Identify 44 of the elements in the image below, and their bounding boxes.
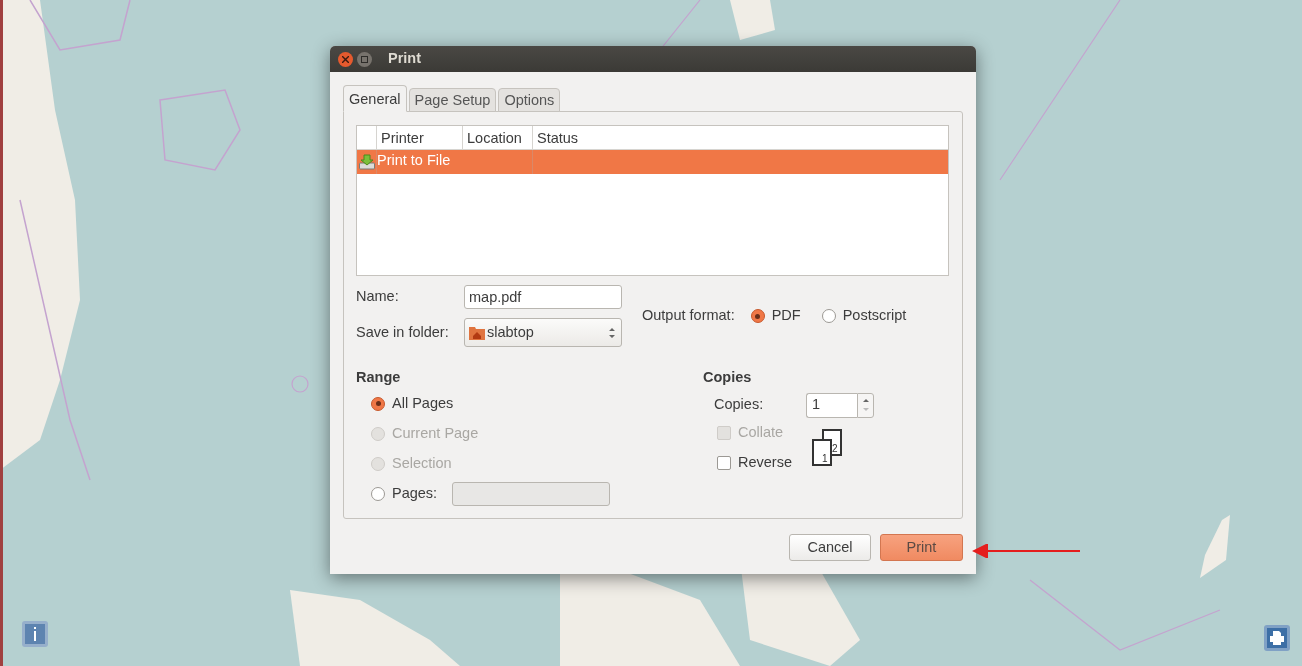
tab[interactable]: Options — [498, 88, 561, 112]
tab[interactable]: General — [343, 85, 407, 112]
copies-field[interactable]: 1 — [806, 392, 857, 418]
folder-value: slabtop — [487, 322, 535, 342]
option-label: Pages: — [392, 483, 438, 503]
close-button[interactable] — [338, 51, 353, 67]
radio-button[interactable] — [371, 486, 385, 501]
maximize-icon — [361, 55, 368, 63]
download-icon — [358, 154, 375, 170]
option-label: Selection — [392, 453, 452, 473]
option-label: All Pages — [392, 393, 454, 413]
cancel-button[interactable]: Cancel — [789, 534, 871, 561]
tab[interactable]: Page Setup — [408, 88, 497, 112]
print-button[interactable]: Print — [880, 534, 963, 561]
close-icon — [342, 55, 349, 63]
checkbox[interactable] — [717, 455, 731, 470]
option-label: Current Page — [392, 423, 479, 443]
radio-button[interactable] — [371, 396, 385, 411]
radio-button[interactable] — [821, 309, 836, 323]
table-cell-text: Print to File — [377, 151, 452, 170]
option-label: Collate — [738, 422, 784, 442]
print-button[interactable] — [1264, 625, 1290, 651]
option-label: PDF — [771, 306, 801, 326]
collate-pages-drawing: 2 1 — [812, 428, 842, 466]
spinner-arrows-icon — [862, 398, 869, 413]
folder-dropdown[interactable]: slabtop — [464, 318, 622, 347]
spinner-arrows-icon — [609, 326, 615, 339]
printer-icon — [1269, 631, 1285, 645]
name-field[interactable]: map.pdf — [464, 285, 622, 309]
radio-button[interactable] — [750, 309, 765, 323]
section-heading: Copies — [703, 368, 753, 387]
field-label: Copies: — [714, 395, 765, 415]
window-title: Print — [388, 49, 422, 69]
field-label: Output format: — [642, 306, 735, 326]
field-label: Name: — [356, 287, 400, 307]
option-label: Reverse — [738, 452, 792, 472]
field-label: Save in folder: — [356, 322, 450, 342]
home-folder-icon — [469, 325, 485, 340]
info-button[interactable] — [22, 621, 48, 647]
info-icon — [32, 627, 38, 641]
spin-button[interactable] — [857, 392, 874, 418]
option-label: Postscript — [842, 306, 907, 326]
maximize-button[interactable] — [357, 51, 372, 67]
section-heading: Range — [356, 368, 402, 387]
